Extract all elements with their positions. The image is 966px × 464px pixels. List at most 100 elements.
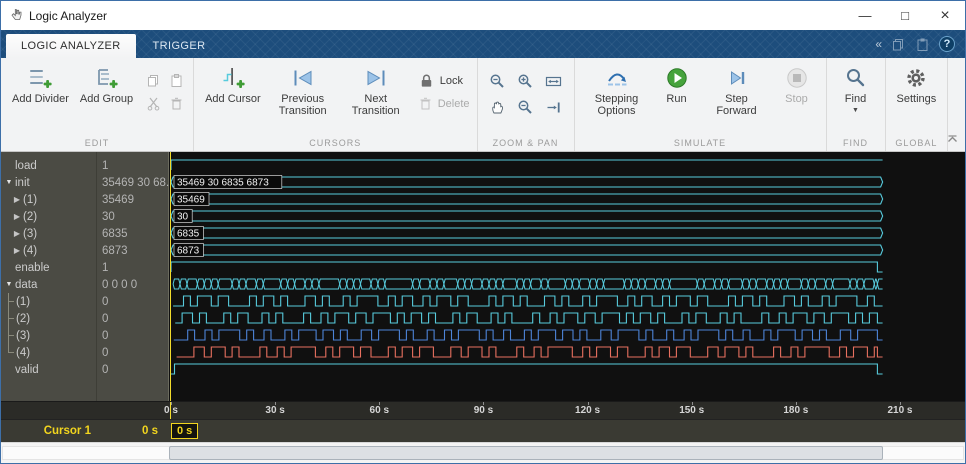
- add-cursor-button[interactable]: Add Cursor: [201, 62, 265, 107]
- copy-button[interactable]: [143, 70, 163, 90]
- tab-logic-analyzer[interactable]: LOGIC ANALYZER: [6, 34, 136, 58]
- find-label: Find: [845, 93, 866, 105]
- signal-value: 0 0 0 0: [96, 276, 169, 293]
- signal-row-1[interactable]: ▶(1)35469: [1, 191, 169, 208]
- find-button[interactable]: Find ▼: [834, 62, 878, 116]
- waveform-canvas[interactable]: 35469 30 6835 6873354693068356873: [169, 152, 965, 401]
- step-forward-button[interactable]: Step Forward: [702, 62, 772, 119]
- signal-name: (1): [16, 296, 30, 308]
- run-button[interactable]: Run: [655, 62, 699, 107]
- lock-button[interactable]: Lock: [418, 72, 470, 89]
- cursor-1-line[interactable]: [170, 152, 171, 401]
- pan-hand-icon: [489, 99, 506, 116]
- signal-name: (3): [16, 330, 30, 342]
- signal-name: (1): [23, 194, 37, 206]
- section-label-cursors: CURSORS: [194, 136, 476, 151]
- signal-value: 6835: [96, 225, 169, 242]
- signal-row-1[interactable]: (1) 0: [1, 293, 169, 310]
- wave-5-4: [171, 245, 883, 255]
- settings-label: Settings: [897, 93, 937, 105]
- zoom-in-button[interactable]: [513, 69, 539, 93]
- add-group-label: Add Group: [80, 93, 133, 105]
- add-divider-icon: [28, 64, 52, 91]
- zoom-to-end-button[interactable]: [541, 95, 567, 119]
- signal-row-2[interactable]: (2)0: [1, 310, 169, 327]
- wave-3-2: [171, 211, 883, 221]
- help-icon[interactable]: ?: [939, 36, 955, 52]
- signal-row-load[interactable]: load1: [1, 157, 169, 174]
- fit-view-button[interactable]: [541, 69, 567, 93]
- signal-row-enable[interactable]: enable 1: [1, 259, 169, 276]
- delete-button[interactable]: [166, 93, 186, 113]
- add-cursor-label: Add Cursor: [205, 93, 261, 105]
- previous-transition-button[interactable]: Previous Transition: [268, 62, 338, 119]
- signal-row-4[interactable]: (4)0: [1, 344, 169, 361]
- minimize-button[interactable]: —: [845, 1, 885, 30]
- stepping-options-button[interactable]: Stepping Options: [582, 62, 652, 119]
- app-icon: [8, 8, 23, 23]
- expand-expander-icon[interactable]: ▶: [11, 246, 23, 255]
- stepping-options-icon: [605, 64, 629, 91]
- signal-value: 30: [96, 208, 169, 225]
- close-button[interactable]: ×: [925, 1, 965, 30]
- zoom-out-button[interactable]: [513, 95, 539, 119]
- copy-icon[interactable]: [891, 37, 906, 52]
- maximize-button[interactable]: □: [885, 1, 925, 30]
- collapse-expander-icon[interactable]: ▼: [3, 179, 15, 186]
- section-label-find: FIND: [827, 136, 885, 151]
- step-forward-label: Step Forward: [706, 93, 768, 117]
- section-global: Settings GLOBAL: [886, 58, 949, 151]
- waveform-area[interactable]: load1▼init35469 30 68...▶(1)35469▶(2)30▶…: [1, 152, 965, 401]
- pan-button[interactable]: [485, 95, 511, 119]
- section-simulate: Stepping Options Run: [575, 58, 827, 151]
- expand-expander-icon[interactable]: ▶: [11, 229, 23, 238]
- signal-value: 1: [96, 157, 169, 174]
- expand-expander-icon[interactable]: ▶: [11, 195, 23, 204]
- signal-value: 0: [96, 293, 169, 310]
- zoom-to-end-icon: [545, 99, 562, 116]
- signal-row-2[interactable]: ▶(2) 30: [1, 208, 169, 225]
- wave-6-enable: [171, 262, 883, 272]
- collapse-toolstrip-button[interactable]: [947, 130, 958, 148]
- wave-1-init-value-label: 35469 30 6835 6873: [177, 178, 269, 189]
- collapse-expander-icon[interactable]: ▼: [3, 281, 15, 288]
- signal-name: (4): [23, 245, 37, 257]
- cut-button[interactable]: [143, 93, 163, 113]
- paste-button[interactable]: [166, 70, 186, 90]
- expand-expander-icon[interactable]: ▶: [11, 212, 23, 221]
- signal-row-3[interactable]: (3)0: [1, 327, 169, 344]
- signal-name: enable: [15, 262, 50, 274]
- signal-row-valid[interactable]: valid0: [1, 361, 169, 378]
- signal-row-4[interactable]: ▶(4)6873: [1, 242, 169, 259]
- horizontal-scrollbar-thumb[interactable]: [169, 446, 883, 460]
- zoom-in-x-button[interactable]: [485, 69, 511, 93]
- section-find: Find ▼ FIND: [827, 58, 886, 151]
- tab-trigger[interactable]: TRIGGER: [138, 34, 221, 58]
- cursor-1-value: 0 s: [96, 420, 158, 442]
- quick-access-chevron-icon[interactable]: «: [875, 37, 882, 51]
- paste-icon[interactable]: [915, 37, 930, 52]
- add-group-icon: [94, 64, 118, 91]
- signal-name: (2): [23, 211, 37, 223]
- signal-value: 1: [96, 259, 169, 276]
- add-divider-button[interactable]: Add Divider: [8, 62, 73, 107]
- delete-cursor-button[interactable]: Delete: [418, 96, 470, 111]
- add-group-button[interactable]: Add Group: [76, 62, 137, 107]
- zoom-in-icon: [517, 73, 534, 90]
- section-cursors: Add Cursor Previous Transition: [194, 58, 477, 151]
- next-transition-button[interactable]: Next Transition: [341, 62, 411, 119]
- axis-tick-label: 0 s: [164, 405, 178, 416]
- cut-icon: [146, 96, 161, 111]
- axis-tick-label: 150 s: [679, 405, 704, 416]
- axis-tick-label: 180 s: [783, 405, 808, 416]
- signal-row-data[interactable]: ▼data0 0 0 0: [1, 276, 169, 293]
- add-divider-label: Add Divider: [12, 93, 69, 105]
- signal-row-init[interactable]: ▼init35469 30 68...: [1, 174, 169, 191]
- fit-view-icon: [545, 73, 562, 90]
- stop-button[interactable]: Stop: [775, 62, 819, 107]
- cursor-1-flag[interactable]: 0 s: [171, 423, 198, 439]
- wave-3-2-value-label: 30: [177, 212, 189, 223]
- signal-name: (3): [23, 228, 37, 240]
- signal-row-3[interactable]: ▶(3) 6835: [1, 225, 169, 242]
- settings-button[interactable]: Settings: [893, 62, 941, 107]
